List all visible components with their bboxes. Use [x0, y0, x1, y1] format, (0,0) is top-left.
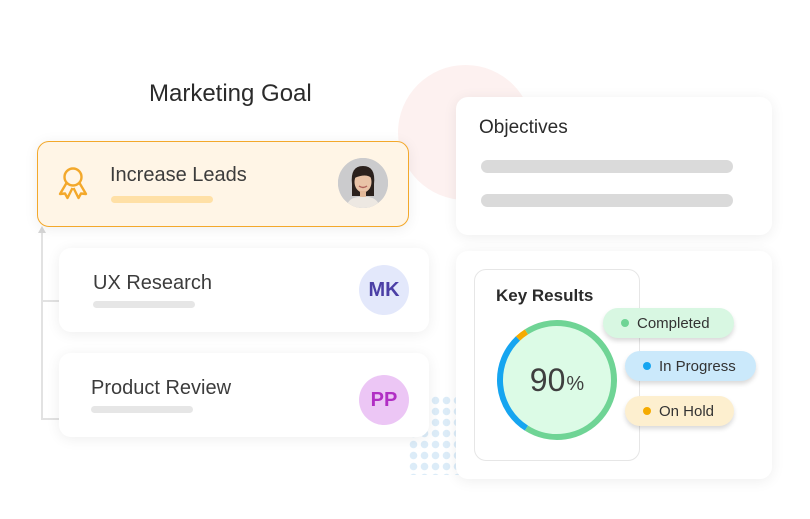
- avatar-initials: MK: [359, 265, 409, 315]
- task-label: Product Review: [91, 377, 232, 399]
- arrow-up-icon: [38, 226, 46, 233]
- goal-card[interactable]: Increase Leads: [37, 141, 409, 227]
- tree-connector-branch: [41, 418, 59, 420]
- objectives-card: Objectives: [456, 97, 772, 235]
- avatar: [338, 158, 388, 208]
- status-dot-icon: [621, 319, 629, 327]
- objective-placeholder-line: [481, 160, 733, 173]
- objective-placeholder-line: [481, 194, 733, 207]
- legend-pill-in-progress[interactable]: In Progress: [625, 351, 756, 381]
- progress-percent-value: 90: [529, 361, 566, 398]
- legend-label: In Progress: [659, 357, 736, 375]
- objectives-title: Objectives: [479, 117, 568, 138]
- task-card[interactable]: UX Research MK: [59, 248, 429, 332]
- status-dot-icon: [643, 407, 651, 415]
- person-photo-icon: [338, 158, 388, 208]
- section-title: Marketing Goal: [149, 80, 312, 107]
- legend-label: Completed: [637, 314, 710, 332]
- key-results-title: Key Results: [496, 286, 594, 305]
- task-progress-placeholder: [91, 406, 193, 413]
- avatar-initials: PP: [359, 375, 409, 425]
- tree-connector-branch: [41, 300, 59, 302]
- task-label: UX Research: [93, 272, 212, 294]
- goal-label: Increase Leads: [110, 164, 247, 186]
- task-progress-placeholder: [93, 301, 195, 308]
- progress-percent-sign: %: [566, 372, 585, 395]
- legend-pill-on-hold[interactable]: On Hold: [625, 396, 734, 426]
- legend-label: On Hold: [659, 402, 715, 420]
- legend-pill-completed[interactable]: Completed: [603, 308, 734, 338]
- task-card[interactable]: Product Review PP: [59, 353, 429, 437]
- tree-connector-vertical: [41, 230, 43, 420]
- award-ribbon-icon: [58, 167, 88, 200]
- progress-percent: 90%: [496, 319, 618, 441]
- status-dot-icon: [643, 362, 651, 370]
- goal-progress-placeholder: [111, 196, 213, 203]
